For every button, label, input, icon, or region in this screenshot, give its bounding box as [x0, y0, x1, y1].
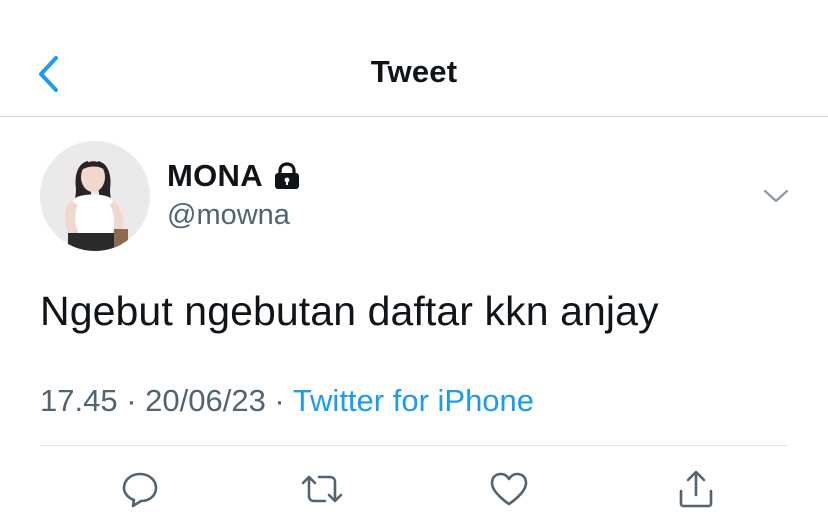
tweet-text: Ngebut ngebutan daftar kkn anjay [40, 288, 659, 334]
share-icon [679, 470, 713, 508]
chevron-down-icon [763, 189, 789, 203]
retweet-button[interactable] [299, 466, 345, 512]
more-options-button[interactable] [761, 184, 791, 208]
tweet-time: 17.45 [40, 383, 118, 418]
tweet-meta: 17.45 · 20/06/23 · Twitter for iPhone [40, 383, 534, 419]
share-button[interactable] [673, 466, 719, 512]
author-handle[interactable]: @mowna [167, 199, 290, 232]
page-title: Tweet [370, 54, 458, 89]
retweet-icon [301, 475, 343, 503]
avatar[interactable] [40, 141, 150, 251]
like-button[interactable] [486, 466, 532, 512]
tweet-source-link[interactable]: Twitter for iPhone [293, 383, 534, 418]
like-icon [490, 472, 528, 506]
divider [40, 445, 788, 446]
top-bar: Tweet [0, 0, 828, 117]
author-name-row[interactable]: MONA [167, 158, 302, 194]
reply-icon [122, 472, 158, 508]
reply-button[interactable] [117, 466, 163, 512]
lock-icon [272, 162, 302, 190]
tweet-date: 20/06/23 [145, 383, 266, 418]
meta-separator: · [117, 383, 146, 418]
author-name: MONA [167, 158, 263, 193]
meta-separator: · [265, 383, 293, 418]
